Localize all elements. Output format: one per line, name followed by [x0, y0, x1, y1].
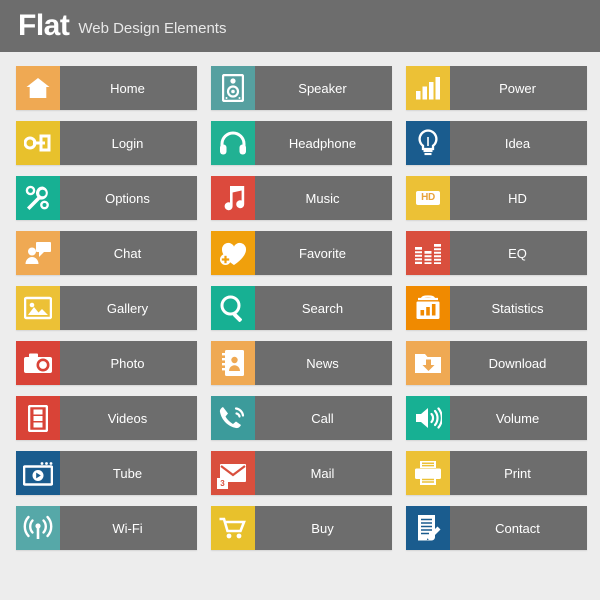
flat-button[interactable]: Tube — [16, 451, 197, 495]
button-label: Download — [450, 341, 587, 385]
flat-button[interactable]: News — [211, 341, 392, 385]
flat-button[interactable]: Call — [211, 396, 392, 440]
volume-speaker-icon — [406, 396, 450, 440]
button-label: Speaker — [255, 66, 392, 110]
contact-book-icon — [211, 341, 255, 385]
page-subtitle: Web Design Elements — [78, 19, 227, 37]
page-title: Flat — [18, 9, 70, 42]
equalizer-icon — [406, 231, 450, 275]
flat-button[interactable]: Videos — [16, 396, 197, 440]
button-label: Headphone — [255, 121, 392, 165]
button-label: Photo — [60, 341, 197, 385]
shopping-cart-icon — [211, 506, 255, 550]
printer-icon — [406, 451, 450, 495]
button-label: Music — [255, 176, 392, 220]
signal-bars-icon — [406, 66, 450, 110]
button-label: Print — [450, 451, 587, 495]
download-folder-icon — [406, 341, 450, 385]
button-label: EQ — [450, 231, 587, 275]
hd-text: HD — [416, 191, 440, 205]
button-label: Power — [450, 66, 587, 110]
button-label: Home — [60, 66, 197, 110]
button-label: Login — [60, 121, 197, 165]
button-label: Call — [255, 396, 392, 440]
headphones-icon — [211, 121, 255, 165]
lightbulb-icon — [406, 121, 450, 165]
flat-button[interactable]: Speaker — [211, 66, 392, 110]
flat-button[interactable]: HD HD — [406, 176, 587, 220]
flat-button[interactable]: 3 Mail — [211, 451, 392, 495]
button-label: Videos — [60, 396, 197, 440]
flat-button[interactable]: Headphone — [211, 121, 392, 165]
page-header: Flat Web Design Elements — [0, 0, 600, 52]
flat-button[interactable]: Chat — [16, 231, 197, 275]
camera-icon — [16, 341, 60, 385]
button-label: Tube — [60, 451, 197, 495]
flat-button[interactable]: Power — [406, 66, 587, 110]
flat-button[interactable]: Gallery — [16, 286, 197, 330]
flat-button[interactable]: Music — [211, 176, 392, 220]
mail-count-badge: 3 — [217, 478, 228, 489]
flat-button[interactable]: Home — [16, 66, 197, 110]
flat-button[interactable]: Buy — [211, 506, 392, 550]
house-icon — [16, 66, 60, 110]
film-strip-icon — [16, 396, 60, 440]
flat-button[interactable]: Idea — [406, 121, 587, 165]
flat-button[interactable]: Photo — [16, 341, 197, 385]
document-pen-icon — [406, 506, 450, 550]
button-label: Search — [255, 286, 392, 330]
chart-board-icon — [406, 286, 450, 330]
wrench-gear-icon — [16, 176, 60, 220]
flat-button[interactable]: EQ — [406, 231, 587, 275]
flat-button[interactable]: Print — [406, 451, 587, 495]
button-label: Statistics — [450, 286, 587, 330]
wifi-signal-icon — [16, 506, 60, 550]
key-icon — [16, 121, 60, 165]
flat-button[interactable]: Options — [16, 176, 197, 220]
button-grid: Home Speaker Power Login Headphone Idea Option… — [0, 52, 600, 550]
button-label: HD — [450, 176, 587, 220]
button-label: Mail — [255, 451, 392, 495]
envelope-icon: 3 — [211, 451, 255, 495]
button-label: Options — [60, 176, 197, 220]
button-label: Chat — [60, 231, 197, 275]
speaker-box-icon — [211, 66, 255, 110]
button-label: Gallery — [60, 286, 197, 330]
button-label: Wi-Fi — [60, 506, 197, 550]
flat-button[interactable]: Search — [211, 286, 392, 330]
gallery-image-icon — [16, 286, 60, 330]
button-label: Buy — [255, 506, 392, 550]
flat-button[interactable]: Statistics — [406, 286, 587, 330]
button-label: Volume — [450, 396, 587, 440]
flat-button[interactable]: Favorite — [211, 231, 392, 275]
button-label: News — [255, 341, 392, 385]
flat-button[interactable]: Contact — [406, 506, 587, 550]
flat-button[interactable]: Download — [406, 341, 587, 385]
music-note-icon — [211, 176, 255, 220]
magnifier-icon — [211, 286, 255, 330]
heart-plus-icon — [211, 231, 255, 275]
hd-badge-icon: HD — [406, 176, 450, 220]
button-label: Idea — [450, 121, 587, 165]
button-label: Favorite — [255, 231, 392, 275]
flat-button[interactable]: Volume — [406, 396, 587, 440]
flat-button[interactable]: Login — [16, 121, 197, 165]
person-chat-icon — [16, 231, 60, 275]
button-label: Contact — [450, 506, 587, 550]
phone-ring-icon — [211, 396, 255, 440]
flat-button[interactable]: Wi-Fi — [16, 506, 197, 550]
video-player-icon — [16, 451, 60, 495]
